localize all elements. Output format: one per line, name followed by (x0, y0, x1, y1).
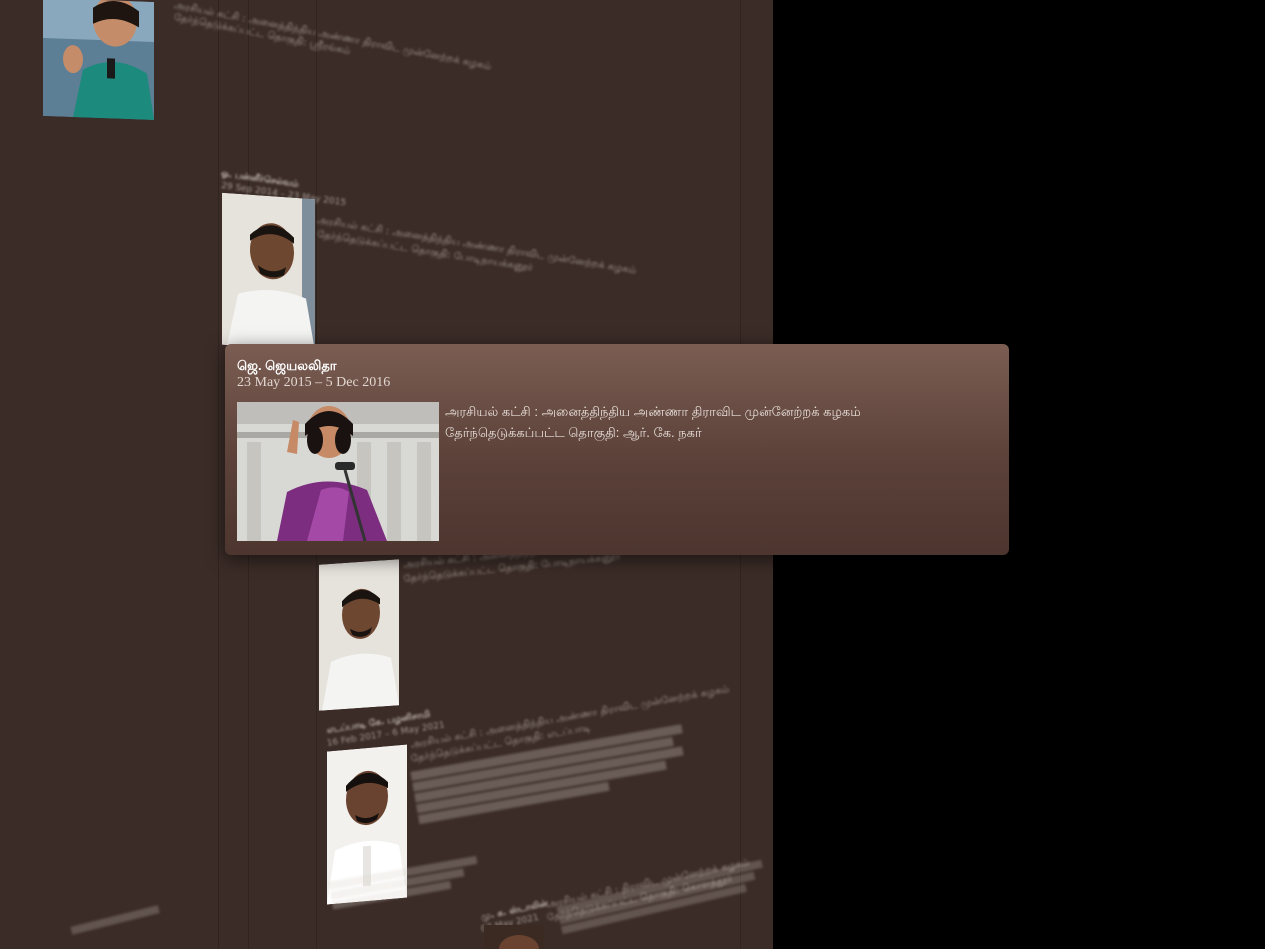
screen: அரசியல் கட்சி : அனைத்திந்திய அண்ணா திராவ… (0, 0, 1265, 949)
entry-photo[interactable] (222, 192, 315, 352)
entry-photo[interactable] (484, 925, 544, 949)
focused-entry-card[interactable]: ஜெ. ஜெயலலிதா 23 May 2015 – 5 Dec 2016 அர… (225, 344, 1009, 555)
entry-dates: 23 May 2015 – 5 Dec 2016 (237, 375, 391, 390)
entry-photo[interactable] (319, 559, 399, 711)
entry-constituency: தேர்ந்தெடுக்கப்பட்ட தொகுதி: ஆர். கே. நகர… (445, 425, 702, 440)
entry-photo[interactable] (237, 402, 439, 541)
entry-photo[interactable] (43, 0, 154, 120)
column-divider (218, 0, 219, 949)
entry-party: அரசியல் கட்சி : அனைத்திந்திய அண்ணா திராவ… (445, 404, 861, 419)
entry-name: ஜெ. ஜெயலலிதா (237, 358, 337, 373)
